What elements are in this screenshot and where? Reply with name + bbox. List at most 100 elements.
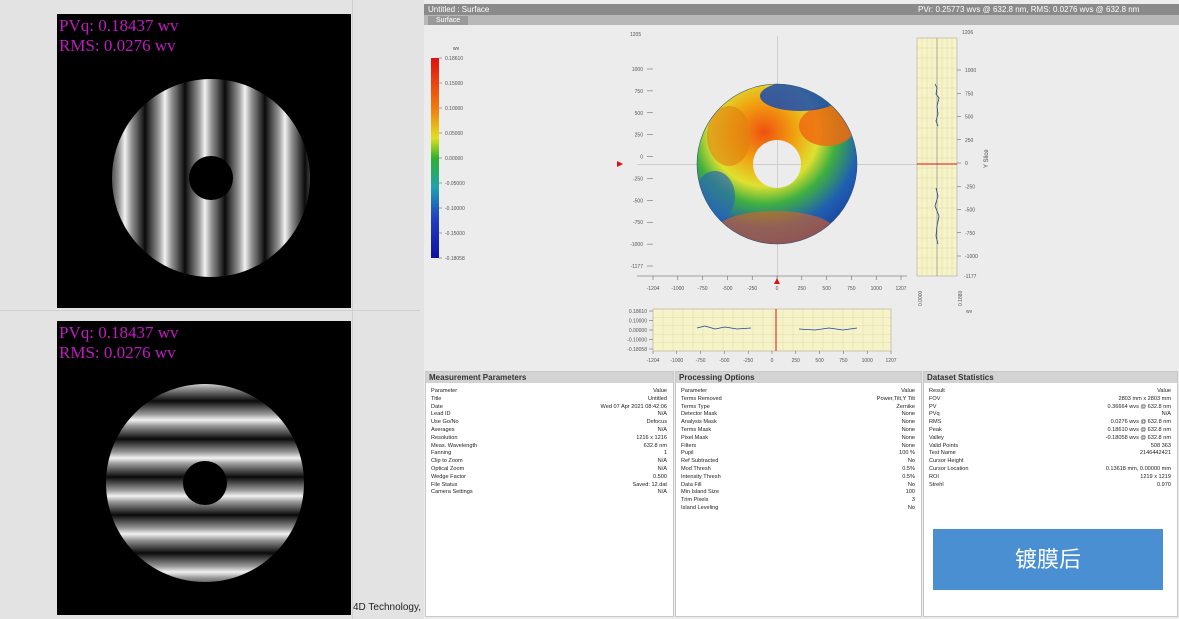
parameter-name: RMS [929,419,942,426]
table-row: Wedge Factor 0.500 [426,474,673,482]
x-cursor-marker [774,278,780,284]
parameter-name: PVq [929,411,940,418]
parameter-value: Defocus [646,419,667,426]
table-row: Peak 0.18610 wvs @ 632.8 nm [924,427,1177,435]
parameter-name: FOV [929,395,941,402]
y-slice-axis: 1000 750 500 250 0 -250 -500 -750 -1000 [957,68,978,260]
x-slice-x-tick-label: 750 [839,358,848,364]
table-row: Cursor Height [924,458,1177,466]
x-slice-x-tick-label: 1000 [862,358,873,364]
parameter-name: Terms Removed [681,395,722,402]
surface-map[interactable] [637,36,922,281]
x-slice-plot[interactable] [652,308,892,352]
y-slice-tick-label: 750 [965,91,974,97]
table-row: Test Name 2146442421 [924,450,1177,458]
colorbar [431,58,439,258]
x-slice-y-tick-label: 0.10000 [629,319,647,325]
colorbar-tick-label: 0.05000 [445,131,463,137]
x-slice-x-tick-label: -250 [743,358,753,364]
x-slice-y-tick-label: -0.10000 [627,338,647,344]
table-row: Clip to Zoom N/A [426,458,673,466]
table-row: Title Untitled [426,396,673,404]
colorbar-tick-label: 0.15000 [445,81,463,87]
parameter-name: Analysis Mask [681,419,717,426]
parameter-value: -0.18058 wvs @ 632.8 nm [1105,434,1171,441]
table-row: ROI 1219 x 1219 [924,474,1177,482]
x-slice-x-tick-label: -500 [719,358,729,364]
parameter-name: Title [431,395,442,402]
parameter-value: 0.970 [1157,481,1171,488]
parameter-value: 100 % [899,450,915,457]
plot-area: wv 0.18610 0.15000 0.10000 0.05000 0.00000 -0… [425,26,1170,366]
table-row: Valley -0.18058 wvs @ 632.8 nm [924,435,1177,443]
table-row: Min Island Size 100 [676,489,921,497]
fringe-image-vertical [57,14,351,308]
window-title: Untitled : Surface [428,5,490,14]
parameter-value: None [901,419,915,426]
y-slice-tick-label: -750 [965,231,975,237]
parameter-value: Power,Tilt,Y Tilt [876,395,915,402]
table-row: Use Go/No Defocus [426,419,673,427]
y-slice-xmin: 0.0000 [918,290,924,306]
parameter-name: Pupil [681,450,694,457]
parameter-value: Untitled [648,395,667,402]
window-stats-line: PVr: 0.25773 wvs @ 632.8 nm, RMS: 0.0276… [918,5,1140,14]
surface-map-y-axis: 1000 750 500 250 0 -250 -500 -750 -1000 -1177 [630,67,653,270]
parameter-value: N/A [657,458,667,465]
analysis-window: Untitled : Surface PVr: 0.25773 wvs @ 63… [424,0,1179,619]
fringe-panel-bottom: PVq: 0.18437 wv RMS: 0.0276 wv [57,321,351,615]
surface-x-tick-label: 1000 [871,286,882,292]
table-row: Strehl 0.970 [924,482,1177,490]
parameter-value: 0.36664 wvs @ 632.8 nm [1107,403,1171,410]
coating-after-button[interactable]: 镀膜后 [933,529,1163,590]
surface-y-tick-label: -1000 [630,242,643,248]
parameter-value: No [907,458,915,465]
parameter-value: 2803 mm x 2803 mm [1118,395,1171,402]
table-row: Filters None [676,443,921,451]
parameter-value: N/A [657,411,667,418]
y-slice-xmax: 0.1880 [958,290,964,306]
parameter-value: Saved: 12.dat [632,481,667,488]
table-header-row: Parameter Value [426,388,673,396]
parameter-value: None [901,434,915,441]
parameter-value: 0.5% [902,473,915,480]
x-slice-x-axis: -1204 -1000 -750 -500 -250 0 250 500 750 1000 1207 [647,351,897,364]
y-slice-bottom-label: -1177 [964,274,977,280]
colorbar-tick-label: 0.10000 [445,106,463,112]
parameter-name: Terms Mask [681,426,712,433]
parameter-name: Averages [431,426,455,433]
surface-y-tick-label: -750 [633,220,643,226]
parameter-name: Island Leveling [681,504,719,511]
y-slice-plot[interactable] [916,37,958,277]
table-row: Averages N/A [426,427,673,435]
table-row: Date Wed 07 Apr 2021 08:42:06 [426,404,673,412]
parameter-value: 0.0276 wvs @ 632.8 nm [1110,419,1171,426]
y-slice-top-label: 1206 [962,30,973,36]
x-slice-x-tick-label: 1207 [885,358,896,364]
parameter-name: Data Fill [681,481,702,488]
y-cursor-marker [617,161,623,167]
parameter-value: Zernike [896,403,915,410]
parameter-name: Filters [681,442,697,449]
surface-x-tick-label: 500 [822,286,831,292]
window-titlebar: Untitled : Surface PVr: 0.25773 wvs @ 63… [424,4,1179,15]
surface-y-tick-label: 250 [635,133,644,139]
table-header-row: Result Value [924,388,1177,396]
panel-divider [0,310,420,311]
parameter-name: Strehl [929,481,944,488]
surface-y-tick-label: 750 [635,89,644,95]
parameter-value: 632.8 nm [643,442,667,449]
parameter-name: Ref Subtracted [681,458,719,465]
surface-map-top-label: 1205 [630,32,641,38]
table-row: Optical Zoom N/A [426,466,673,474]
y-slice-tick-label: 500 [965,115,974,121]
parameter-name: Date [431,403,443,410]
table-row: Terms Mask None [676,427,921,435]
tab-surface[interactable]: Surface [428,16,469,25]
y-slice-tick-label: -500 [965,208,975,214]
x-slice-y-tick-label: 0.00000 [629,328,647,334]
surface-y-tick-label: 500 [635,111,644,117]
processing-options-panel: Processing Options Parameter Value Terms R… [675,371,922,617]
parameter-value: 1 [663,450,667,457]
processing-options-table: Parameter Value Terms Removed Power,Tilt,Y … [676,388,921,513]
